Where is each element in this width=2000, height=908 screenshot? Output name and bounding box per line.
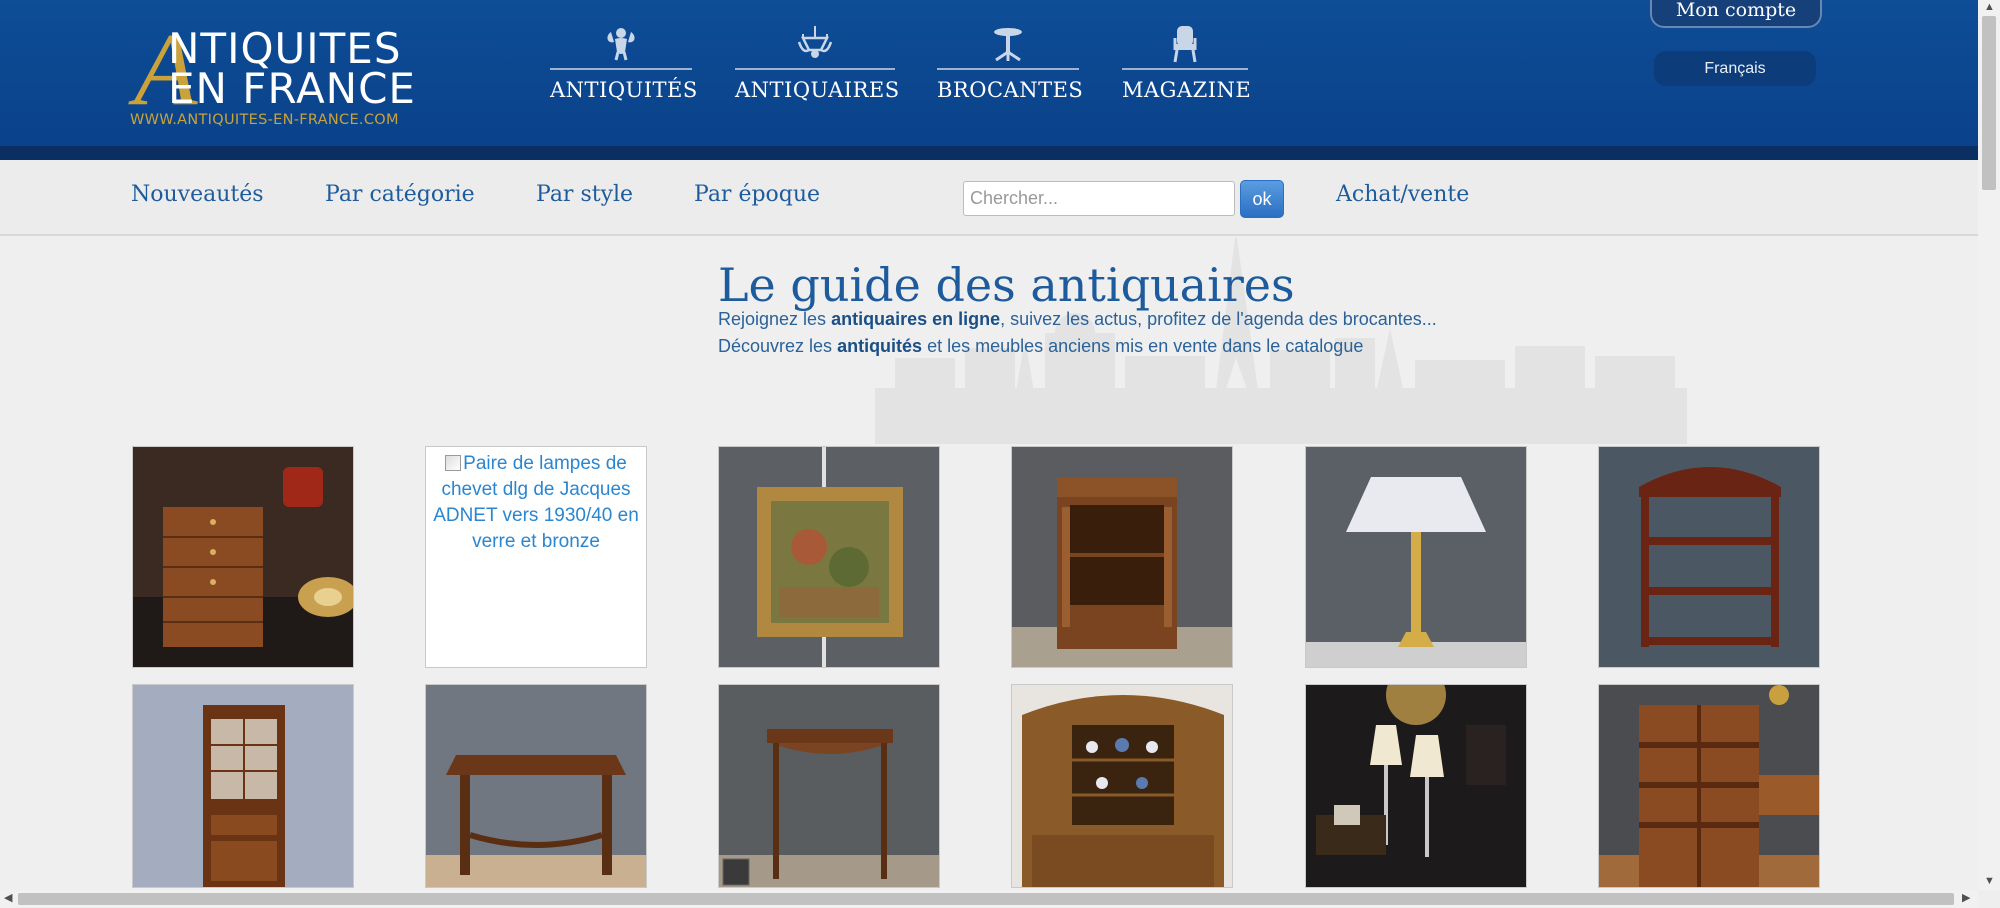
product-tile[interactable] bbox=[1598, 446, 1820, 668]
scroll-left-arrow-icon[interactable]: ◀ bbox=[4, 893, 12, 904]
nav-antiquites[interactable]: ANTIQUITÉS bbox=[550, 24, 698, 108]
product-tile[interactable] bbox=[1305, 684, 1527, 888]
subnav-achat-vente[interactable]: Achat/vente bbox=[1336, 182, 1469, 207]
main-nav: ANTIQUITÉS ANTIQUAIRES BROCANTES MAGAZIN… bbox=[0, 24, 1300, 108]
intro-text: Rejoignez les bbox=[718, 309, 832, 329]
broken-image-icon bbox=[445, 455, 462, 471]
product-tile[interactable] bbox=[718, 446, 940, 668]
product-tile[interactable]: Paire de lampes de chevet dlg de Jacques… bbox=[425, 446, 647, 668]
language-selector[interactable]: Français bbox=[1654, 51, 1816, 86]
sub-nav: Nouveautés Par catégorie Par style Par é… bbox=[0, 160, 1978, 236]
nav-rule bbox=[550, 68, 692, 70]
pedestal-table-icon bbox=[994, 28, 1022, 62]
pair-of-lamps-photo bbox=[1306, 685, 1526, 887]
subnav-nouveautes[interactable]: Nouveautés bbox=[131, 182, 264, 207]
framed-painting-photo bbox=[719, 447, 939, 667]
intro-link-antiquites[interactable]: antiquités bbox=[837, 336, 922, 356]
wall-shelf-photo bbox=[1599, 447, 1819, 667]
display-cabinet-photo bbox=[133, 685, 353, 887]
product-tile[interactable] bbox=[1305, 446, 1527, 668]
horizontal-scroll-thumb[interactable] bbox=[18, 893, 1954, 905]
nav-magazine[interactable]: MAGAZINE bbox=[1122, 24, 1252, 108]
nav-brocantes[interactable]: BROCANTES bbox=[937, 24, 1084, 108]
product-tile[interactable] bbox=[718, 684, 940, 888]
product-image-alt-text: Paire de lampes de chevet dlg de Jacques… bbox=[433, 453, 639, 552]
search-input[interactable] bbox=[963, 181, 1235, 216]
intro-link-antiquaires[interactable]: antiquaires en ligne bbox=[831, 309, 1000, 329]
intro-text: et les meubles anciens mis en vente dans… bbox=[922, 336, 1364, 356]
armchair-icon bbox=[1173, 26, 1197, 63]
brass-table-lamp-photo bbox=[1306, 447, 1526, 667]
wooden-chest-of-drawers-photo bbox=[133, 447, 353, 667]
nav-rule bbox=[735, 68, 895, 70]
nav-rule bbox=[937, 68, 1079, 70]
header-stripe bbox=[0, 146, 1978, 160]
intro-text: Découvrez les bbox=[718, 336, 838, 356]
scroll-up-arrow-icon[interactable]: ▲ bbox=[1984, 2, 1995, 13]
intro-line-1: Rejoignez les antiquaires en ligne, suiv… bbox=[718, 309, 1437, 330]
nav-label: BROCANTES bbox=[937, 78, 1084, 102]
carved-buffet-photo bbox=[1012, 685, 1232, 887]
product-tile[interactable] bbox=[1598, 684, 1820, 888]
cherub-icon bbox=[607, 28, 635, 61]
account-button[interactable]: Mon compte bbox=[1650, 0, 1822, 28]
square-table-photo bbox=[426, 685, 646, 887]
revolving-bookcase-photo bbox=[1599, 685, 1819, 887]
subnav-par-style[interactable]: Par style bbox=[536, 182, 633, 207]
scroll-down-arrow-icon[interactable]: ▼ bbox=[1984, 876, 1995, 887]
vertical-scroll-thumb[interactable] bbox=[1982, 16, 1996, 190]
page-title: Le guide des antiquaires bbox=[718, 258, 1295, 312]
nav-rule bbox=[1122, 68, 1248, 70]
intro-line-2: Découvrez les antiquités et les meubles … bbox=[718, 336, 1363, 357]
chandelier-icon bbox=[797, 26, 833, 58]
subnav-par-epoque[interactable]: Par époque bbox=[694, 182, 820, 207]
scroll-right-arrow-icon[interactable]: ▶ bbox=[1962, 893, 1970, 904]
nav-label: ANTIQUITÉS bbox=[550, 78, 698, 102]
intro-text: , suivez les actus, profitez de l'agenda… bbox=[1000, 309, 1437, 329]
product-tile[interactable] bbox=[132, 684, 354, 888]
bedside-cabinet-photo bbox=[1012, 447, 1232, 667]
product-tile[interactable] bbox=[132, 446, 354, 668]
horizontal-scrollbar[interactable]: ◀ ▶ bbox=[0, 890, 1978, 908]
nav-antiquaires[interactable]: ANTIQUAIRES bbox=[735, 24, 900, 108]
nav-label: ANTIQUAIRES bbox=[735, 78, 900, 102]
product-tile[interactable] bbox=[1011, 684, 1233, 888]
console-table-photo bbox=[719, 685, 939, 887]
search-ok-button[interactable]: ok bbox=[1240, 180, 1284, 218]
nav-label: MAGAZINE bbox=[1122, 78, 1252, 102]
logo-url: WWW.ANTIQUITES-EN-FRANCE.COM bbox=[130, 112, 399, 128]
subnav-par-categorie[interactable]: Par catégorie bbox=[325, 182, 475, 207]
product-tile[interactable] bbox=[425, 684, 647, 888]
vertical-scrollbar[interactable]: ▲ ▼ bbox=[1978, 0, 2000, 890]
product-tile[interactable] bbox=[1011, 446, 1233, 668]
